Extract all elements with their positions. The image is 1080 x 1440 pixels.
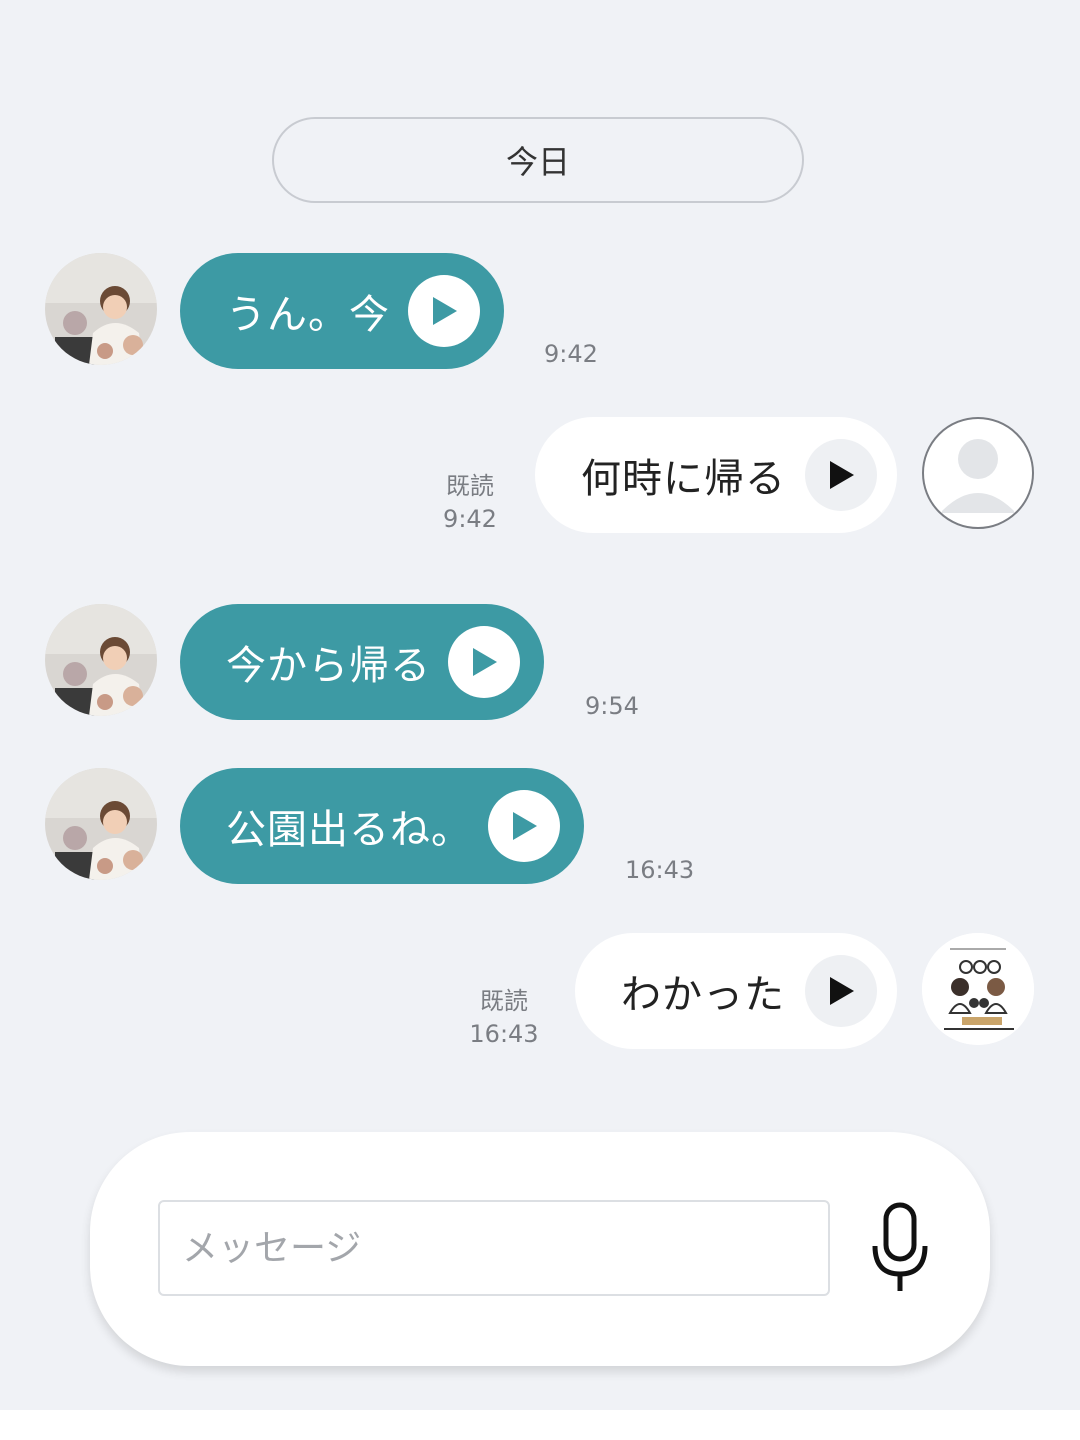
voice-record-button[interactable] (866, 1198, 934, 1298)
message-composer (90, 1132, 990, 1366)
play-icon (830, 977, 854, 1005)
family-illustration-icon (922, 933, 1034, 1045)
play-button[interactable] (448, 626, 520, 698)
read-status: 既読 16:43 (468, 985, 540, 1051)
outgoing-voice-message[interactable]: わかった (575, 933, 897, 1049)
contact-avatar[interactable] (45, 604, 157, 716)
read-label: 既読 (480, 987, 528, 1015)
date-separator: 今日 (272, 117, 804, 203)
play-button[interactable] (805, 955, 877, 1027)
bottom-bar (0, 1410, 1080, 1440)
incoming-voice-message[interactable]: 今から帰る (180, 604, 544, 720)
microphone-icon (872, 1202, 928, 1291)
outgoing-voice-message[interactable]: 何時に帰る (535, 417, 897, 533)
message-timestamp: 16:43 (625, 856, 695, 884)
message-text: わかった (621, 972, 785, 1018)
play-button[interactable] (805, 439, 877, 511)
my-avatar[interactable] (922, 933, 1034, 1045)
message-text: 何時に帰る (581, 456, 786, 502)
message-input[interactable] (158, 1200, 830, 1296)
message-timestamp: 9:42 (544, 340, 598, 368)
contact-avatar[interactable] (45, 253, 157, 365)
play-button[interactable] (488, 790, 560, 862)
play-icon (513, 812, 537, 840)
my-avatar[interactable] (922, 417, 1034, 529)
message-timestamp: 9:42 (443, 505, 497, 533)
incoming-voice-message[interactable]: 公園出るね。 (180, 768, 584, 884)
child-photo-icon (45, 604, 157, 716)
read-label: 既読 (446, 472, 494, 500)
message-text: うん。今 (226, 292, 390, 338)
person-placeholder-icon (942, 439, 1014, 513)
message-text: 今から帰る (226, 643, 431, 689)
message-text: 公園出るね。 (226, 807, 472, 853)
child-photo-icon (45, 253, 157, 365)
chat-screen: 今日 うん。今 9:42 既読 9:42 何時に帰る 今から帰る 9:54 公園… (0, 0, 1080, 1440)
child-photo-icon (45, 768, 157, 880)
read-status: 既読 9:42 (440, 470, 500, 536)
play-icon (433, 297, 457, 325)
message-timestamp: 16:43 (469, 1020, 539, 1048)
message-timestamp: 9:54 (585, 692, 639, 720)
contact-avatar[interactable] (45, 768, 157, 880)
play-icon (830, 461, 854, 489)
incoming-voice-message[interactable]: うん。今 (180, 253, 504, 369)
play-button[interactable] (408, 275, 480, 347)
play-icon (473, 648, 497, 676)
